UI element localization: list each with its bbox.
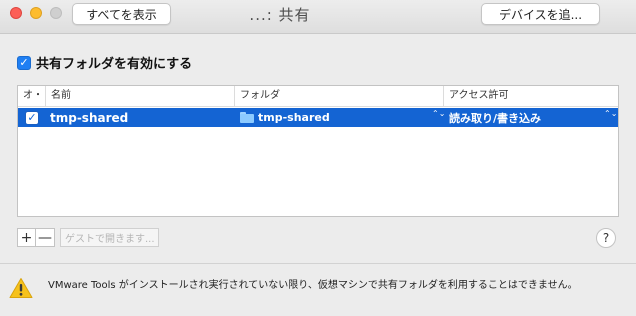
column-header-folder[interactable]: フォルダ (235, 86, 444, 106)
add-device-button[interactable]: デバイスを追... (481, 3, 600, 25)
permission-popup-chevron-icon[interactable]: ⌃⌄ (604, 110, 617, 118)
table-row[interactable]: ✓ tmp-shared tmp-shared ⌃⌄ 読み取り/書き込み ⌃⌄ (18, 108, 618, 127)
warning-message: VMware Tools がインストールされ実行されていない限り、仮想マシンで共… (48, 280, 578, 291)
zoom-window-button[interactable] (50, 7, 62, 19)
close-window-button[interactable] (10, 7, 22, 19)
remove-folder-button[interactable]: — (36, 228, 55, 247)
window-title: ...: 共有 (249, 6, 311, 24)
enable-shared-folders-checkbox[interactable]: ✓ (17, 55, 31, 70)
add-folder-button[interactable]: + (17, 228, 36, 247)
column-header-permission[interactable]: アクセス許可 (444, 86, 619, 106)
row-permission-popup[interactable]: 読み取り/書き込み (449, 108, 589, 127)
folder-icon (240, 112, 254, 123)
row-enable-checkbox[interactable]: ✓ (25, 110, 39, 125)
table-header: オ・ 名前 フォルダ アクセス許可 (18, 86, 618, 107)
minimize-window-button[interactable] (30, 7, 42, 19)
row-name[interactable]: tmp-shared (50, 108, 230, 127)
shared-folders-table: オ・ 名前 フォルダ アクセス許可 ✓ tmp-shared tmp-share… (17, 85, 619, 217)
help-button[interactable]: ? (596, 228, 616, 248)
open-in-guest-button[interactable]: ゲストで開きます... (60, 228, 159, 247)
row-enable-cell: ✓ (25, 108, 45, 127)
column-header-name[interactable]: 名前 (46, 86, 235, 106)
enable-shared-folders[interactable]: ✓ 共有フォルダを有効にする (17, 53, 192, 72)
show-all-button[interactable]: すべてを表示 (72, 3, 171, 25)
warning-icon (9, 278, 33, 298)
add-remove-controls: + — (17, 228, 55, 247)
enable-shared-folders-label: 共有フォルダを有効にする (36, 57, 193, 72)
row-folder-popup[interactable]: tmp-shared (240, 108, 440, 127)
column-header-on[interactable]: オ・ (18, 86, 46, 106)
divider (0, 263, 636, 264)
title-bar: すべてを表示 ...: 共有 デバイスを追... (0, 0, 636, 34)
row-folder-label: tmp-shared (258, 111, 330, 124)
folder-popup-chevron-icon[interactable]: ⌃⌄ (432, 110, 445, 118)
